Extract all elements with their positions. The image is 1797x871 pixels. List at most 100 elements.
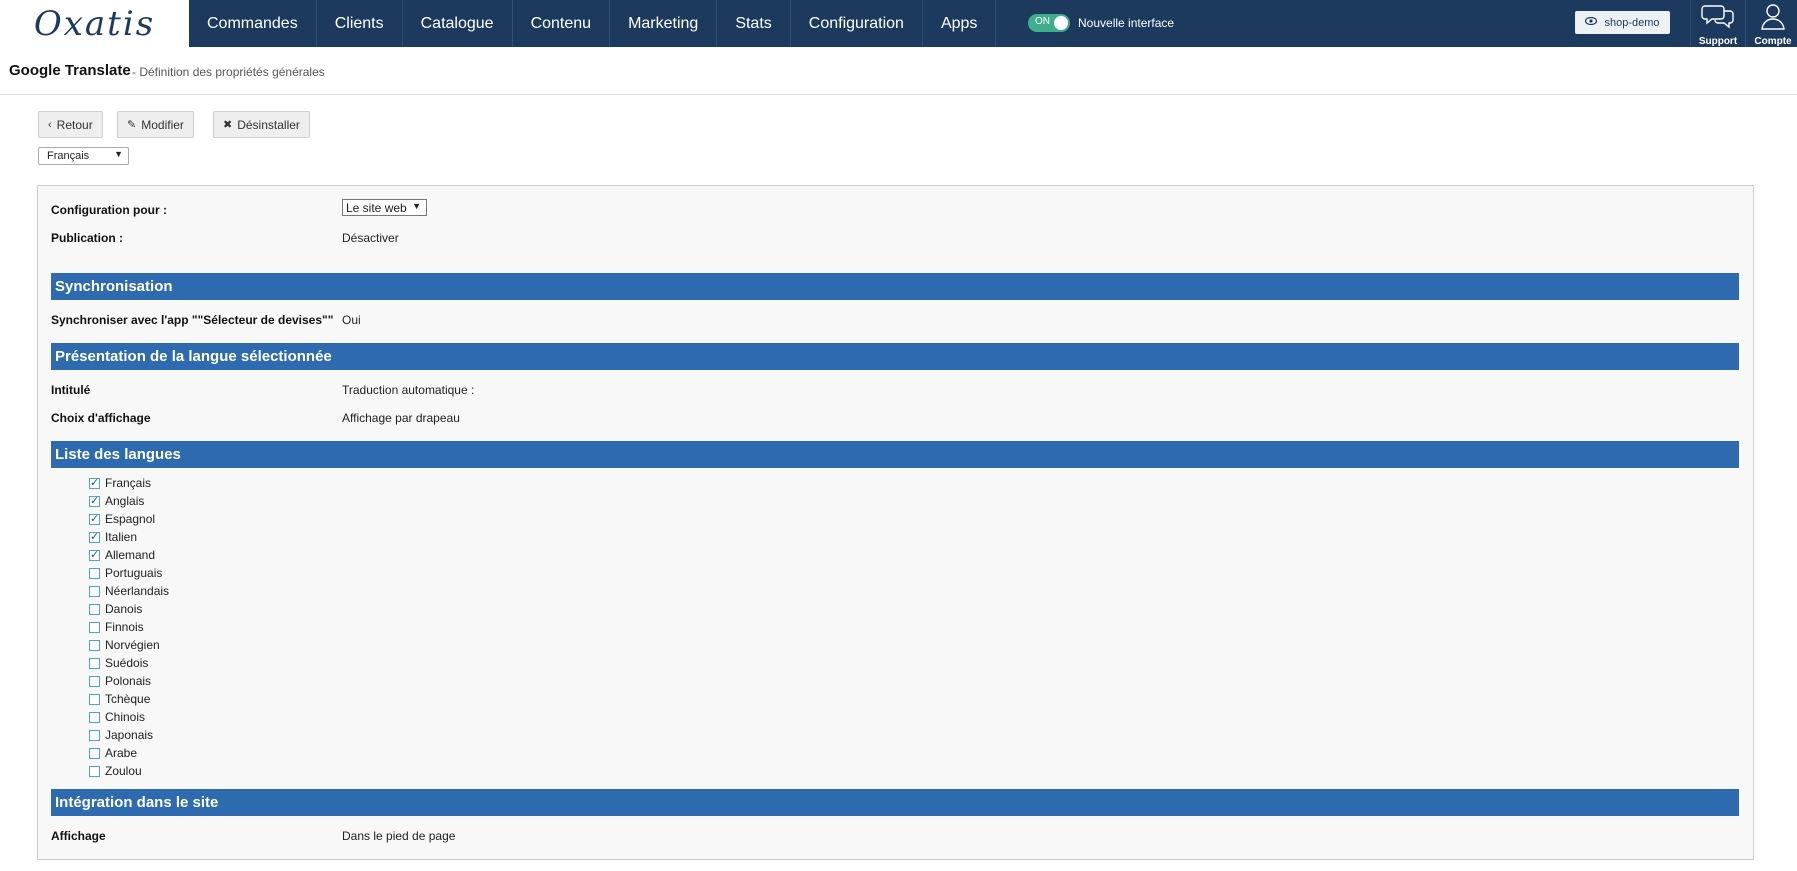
support-label: Support	[1698, 36, 1738, 47]
display-choice-value: Affichage par drapeau	[342, 411, 460, 425]
language-item-chinois[interactable]: Chinois	[89, 709, 145, 725]
checkbox[interactable]	[89, 693, 100, 705]
integration-display-label: Affichage	[51, 829, 106, 843]
config-for-value: Le site web	[346, 200, 407, 215]
language-item-anglais[interactable]: Anglais	[89, 493, 144, 509]
language-item-tcheque[interactable]: Tchèque	[89, 691, 150, 707]
config-for-label: Configuration pour :	[51, 203, 167, 217]
sync-value: Oui	[342, 313, 361, 327]
main-nav: Commandes Clients Catalogue Contenu Mark…	[189, 0, 997, 47]
checkbox[interactable]	[89, 675, 100, 687]
checkbox[interactable]	[89, 711, 100, 723]
back-button[interactable]: ‹ Retour	[38, 111, 103, 138]
language-label: Norvégien	[105, 638, 160, 652]
language-item-danois[interactable]: Danois	[89, 601, 142, 617]
toggle-knob	[1054, 16, 1068, 30]
edit-icon: ✎	[127, 119, 137, 131]
language-select[interactable]: Français ▼	[38, 147, 129, 165]
publication-value: Désactiver	[342, 231, 399, 245]
toggle-switch[interactable]: ON	[1028, 14, 1070, 32]
checkbox[interactable]	[89, 530, 100, 543]
nav-item-commandes[interactable]: Commandes	[189, 0, 317, 47]
language-item-suedois[interactable]: Suédois	[89, 655, 148, 671]
close-icon: ✖	[223, 119, 233, 131]
checkbox[interactable]	[89, 603, 100, 615]
logo-text: Oxatis	[33, 3, 156, 44]
language-item-italien[interactable]: Italien	[89, 529, 137, 545]
language-item-norvegien[interactable]: Norvégien	[89, 637, 160, 653]
nav-item-configuration[interactable]: Configuration	[791, 0, 923, 47]
language-item-neerlandais[interactable]: Néerlandais	[89, 583, 169, 599]
checkbox[interactable]	[89, 765, 100, 777]
checkbox[interactable]	[89, 548, 100, 561]
nav-item-apps[interactable]: Apps	[923, 0, 997, 47]
chevron-down-icon: ▼	[412, 201, 421, 211]
section-synchronisation: Synchronisation	[51, 273, 1739, 300]
nav-item-catalogue[interactable]: Catalogue	[403, 0, 513, 47]
language-label: Finnois	[105, 620, 144, 634]
language-label: Chinois	[105, 710, 146, 724]
checkbox[interactable]	[89, 639, 100, 651]
language-label: Polonais	[105, 674, 152, 688]
page-title: Google Translate	[9, 62, 131, 79]
logo[interactable]: Oxatis	[0, 0, 189, 47]
language-item-polonais[interactable]: Polonais	[89, 673, 151, 689]
nav-item-clients[interactable]: Clients	[317, 0, 403, 47]
intitule-value: Traduction automatique :	[342, 383, 475, 397]
checkbox[interactable]	[89, 476, 100, 489]
account-label: Compte	[1754, 36, 1792, 47]
language-label: Zoulou	[105, 764, 142, 778]
intitule-label: Intitulé	[51, 383, 91, 397]
language-item-espagnol[interactable]: Espagnol	[89, 511, 155, 527]
language-item-zoulou[interactable]: Zoulou	[89, 763, 142, 779]
language-item-arabe[interactable]: Arabe	[89, 745, 137, 761]
language-item-portuguais[interactable]: Portuguais	[89, 565, 162, 581]
language-label: Néerlandais	[105, 584, 170, 598]
sync-label: Synchroniser avec l'app ""Sélecteur de d…	[51, 313, 334, 327]
shop-demo-label: shop-demo	[1604, 16, 1660, 29]
shop-demo-button[interactable]: shop-demo	[1575, 11, 1670, 34]
uninstall-button[interactable]: ✖ Désinstaller	[213, 111, 310, 138]
top-navigation-bar: Oxatis Commandes Clients Catalogue Conte…	[0, 0, 1797, 47]
checkbox[interactable]	[89, 729, 100, 741]
nav-item-stats[interactable]: Stats	[717, 0, 791, 47]
language-select-value: Français	[47, 150, 90, 162]
checkbox[interactable]	[89, 585, 100, 597]
checkbox[interactable]	[89, 747, 100, 759]
checkbox[interactable]	[89, 567, 100, 579]
language-item-allemand[interactable]: Allemand	[89, 547, 155, 563]
language-label: Tchèque	[105, 692, 151, 706]
checkbox[interactable]	[89, 512, 100, 525]
section-integration: Intégration dans le site	[51, 789, 1739, 816]
language-label: Français	[105, 476, 152, 490]
language-item-francais[interactable]: Français	[89, 475, 151, 491]
toggle-state: ON	[1035, 16, 1050, 27]
chat-bubbles-icon	[1701, 2, 1735, 35]
new-interface-toggle[interactable]: ON Nouvelle interface	[1028, 14, 1174, 32]
config-panel: Configuration pour : Le site web ▼ Publi…	[37, 185, 1754, 860]
language-label: Italien	[105, 530, 138, 544]
nav-item-contenu[interactable]: Contenu	[513, 0, 611, 47]
integration-display-value: Dans le pied de page	[342, 829, 456, 843]
config-for-select[interactable]: Le site web ▼	[342, 199, 427, 216]
nav-item-marketing[interactable]: Marketing	[610, 0, 718, 47]
language-item-japonais[interactable]: Japonais	[89, 727, 153, 743]
checkbox[interactable]	[89, 657, 100, 669]
checkbox[interactable]	[89, 494, 100, 507]
language-label: Arabe	[105, 746, 138, 760]
chevron-left-icon: ‹	[48, 118, 52, 131]
checkbox[interactable]	[89, 621, 100, 633]
user-icon	[1759, 2, 1787, 35]
language-label: Japonais	[105, 728, 154, 742]
page-subtitle: - Définition des propriétés générales	[132, 65, 325, 79]
account-button[interactable]: Compte	[1745, 0, 1797, 47]
language-label: Espagnol	[105, 512, 156, 526]
support-button[interactable]: Support	[1690, 0, 1745, 47]
display-choice-label: Choix d'affichage	[51, 411, 151, 425]
language-label: Allemand	[105, 548, 156, 562]
back-label: Retour	[56, 117, 93, 132]
edit-button[interactable]: ✎ Modifier	[117, 111, 194, 138]
page-header: Google Translate - Définition des propri…	[0, 47, 1797, 95]
language-label: Suédois	[105, 656, 149, 670]
language-item-finnois[interactable]: Finnois	[89, 619, 144, 635]
